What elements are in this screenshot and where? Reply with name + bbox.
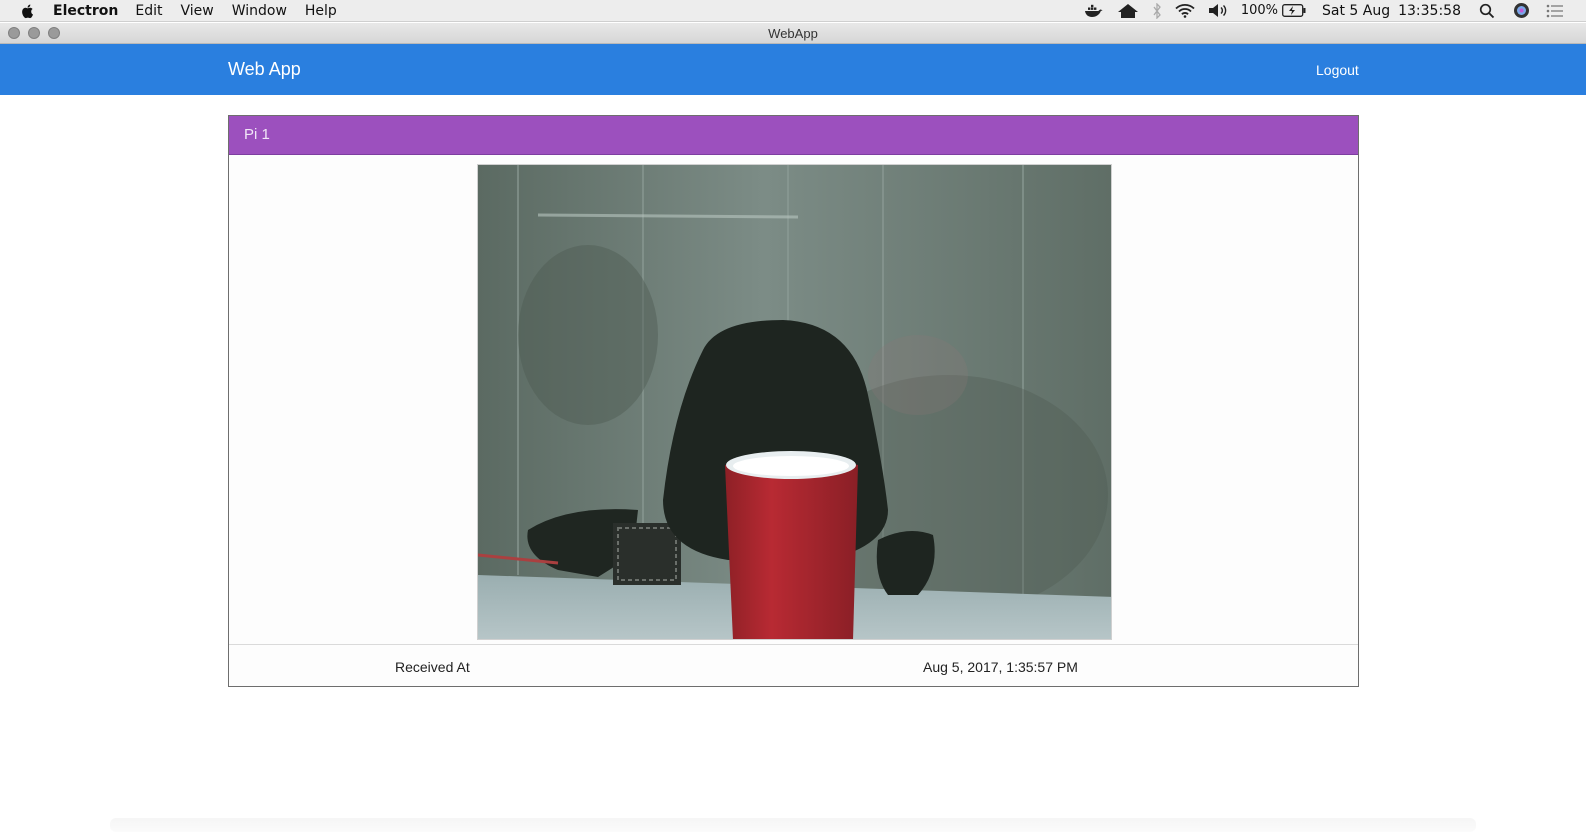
card-header: Pi 1 — [229, 116, 1358, 155]
snapshot-drawing — [478, 165, 1111, 639]
window-title: WebApp — [768, 26, 818, 41]
logout-link[interactable]: Logout — [1316, 62, 1359, 78]
navbar-brand[interactable]: Web App — [228, 59, 301, 80]
camera-snapshot-image — [477, 164, 1112, 640]
bluetooth-icon[interactable] — [1152, 2, 1162, 19]
received-at-label: Received At — [395, 659, 470, 675]
menu-electron[interactable]: Electron — [53, 3, 118, 19]
system-menubar: Electron Edit View Window Help 100% Sat … — [0, 0, 1586, 22]
menu-edit[interactable]: Edit — [135, 3, 162, 19]
menu-window[interactable]: Window — [232, 3, 287, 19]
wifi-icon[interactable] — [1175, 3, 1195, 18]
clock-time[interactable]: 13:35:58 — [1398, 3, 1461, 19]
siri-icon[interactable] — [1513, 2, 1530, 19]
status-area: 100% Sat 5 Aug 13:35:58 — [1071, 0, 1564, 22]
menu-view[interactable]: View — [180, 3, 213, 19]
battery-percent: 100% — [1240, 3, 1278, 18]
window-titlebar: WebApp — [0, 23, 1586, 44]
apple-icon[interactable] — [20, 3, 36, 19]
notification-center-icon[interactable] — [1546, 4, 1564, 18]
device-card: Pi 1 Received At Aug 5, 2017, 1:35:57 PM — [228, 115, 1359, 687]
received-at-value: Aug 5, 2017, 1:35:57 PM — [923, 659, 1078, 675]
card-title: Pi 1 — [244, 126, 270, 143]
docker-icon[interactable] — [1084, 4, 1104, 18]
card-footer: Received At Aug 5, 2017, 1:35:57 PM — [229, 646, 1358, 687]
app-navbar: Web App Logout — [0, 44, 1586, 95]
spotlight-search-icon[interactable] — [1479, 3, 1495, 19]
bottom-shadow — [110, 818, 1476, 832]
home-icon[interactable] — [1117, 3, 1139, 19]
battery-icon[interactable] — [1282, 4, 1306, 17]
card-body — [229, 156, 1358, 645]
menu-help[interactable]: Help — [305, 3, 337, 19]
volume-icon[interactable] — [1208, 3, 1228, 18]
clock-date[interactable]: Sat 5 Aug — [1322, 3, 1390, 19]
